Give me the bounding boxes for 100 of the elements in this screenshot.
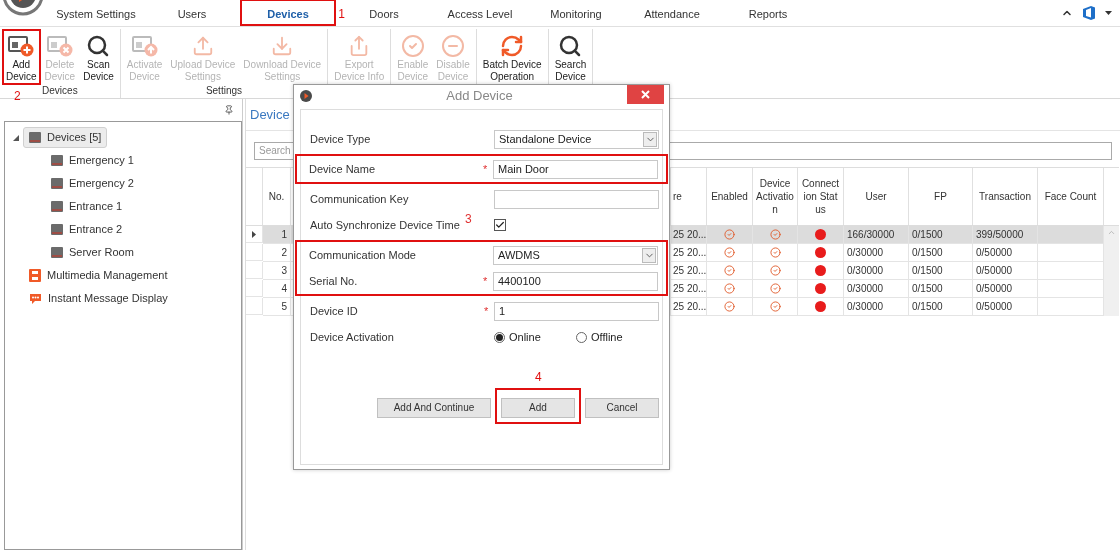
table-cell-text: 25 20... (673, 228, 707, 242)
panel-title: Device (250, 105, 290, 124)
device-icon (51, 224, 63, 235)
ribbon-tab[interactable]: Devices (240, 0, 336, 26)
dialog-title: Add Device (446, 87, 513, 106)
radio-option[interactable]: Online (494, 328, 576, 346)
chat-icon (29, 292, 42, 305)
required-mark: * (483, 161, 488, 177)
tree-item[interactable]: Entrance 2 (45, 219, 129, 240)
minus-circle-icon (441, 34, 466, 58)
column-header[interactable]: No. (268, 190, 285, 203)
tree-item[interactable]: Devices [5] (23, 127, 108, 148)
tree-item[interactable]: Entrance 1 (45, 196, 129, 217)
table-cell-text: 25 20... (673, 300, 707, 314)
step-number: 4 (535, 369, 542, 386)
table-cell-text: 5 (281, 300, 287, 314)
device-delete-icon (46, 34, 73, 58)
ribbon-tab[interactable]: Attendance (624, 0, 720, 26)
column-header[interactable]: Enabled (711, 190, 748, 203)
table-cell-text: 0/30000 (847, 264, 884, 278)
table-cell-text: 25 20... (673, 282, 707, 296)
step-number: 1 (338, 6, 345, 23)
column-header[interactable]: FP (934, 190, 947, 203)
table-cell-text: 0/50000 (976, 246, 1013, 260)
close-icon (641, 90, 650, 99)
dialog-button[interactable]: Cancel (585, 397, 659, 418)
dialog-button[interactable]: Add (501, 397, 575, 418)
ribbon-tab[interactable]: System Settings (48, 0, 144, 26)
film-icon (29, 269, 41, 282)
field-label: Communication Mode (309, 247, 417, 263)
column-header[interactable]: re (673, 190, 682, 203)
column-header[interactable]: Face Count (1044, 190, 1097, 203)
table-cell-text: 4 (281, 282, 287, 296)
table-cell-text: 166/30000 (847, 228, 895, 242)
device-icon (51, 178, 63, 189)
row-header[interactable] (246, 226, 263, 243)
dialog-button[interactable]: Add And Continue (377, 397, 491, 418)
field-label: Device Activation (310, 329, 395, 345)
search-icon (86, 34, 111, 58)
table-cell-text: 0/50000 (976, 282, 1013, 296)
ribbon-button[interactable]: Batch Device Operation (478, 29, 546, 85)
tree-item[interactable]: Multimedia Management (23, 265, 174, 286)
ribbon-tab[interactable]: Users (144, 0, 240, 26)
table-cell-text: 25 20... (673, 264, 707, 278)
device-icon (51, 247, 63, 258)
column-header[interactable]: Device Activation (756, 177, 794, 216)
dropdown-field[interactable]: Standalone Device (494, 129, 659, 149)
ribbon-button[interactable]: Add Device (2, 29, 41, 85)
table-cell-text: 0/1500 (912, 246, 943, 260)
field-label: Device Name (309, 161, 377, 177)
table-cell-text: 0/1500 (912, 264, 943, 278)
step-number: 3 (465, 211, 472, 228)
column-header[interactable]: User (865, 190, 887, 203)
expanded-arrow-icon[interactable] (13, 134, 19, 141)
table-cell-text: 0/1500 (912, 228, 943, 242)
field-label: Communication Key (310, 191, 410, 207)
tree-item[interactable]: Emergency 1 (45, 150, 140, 171)
text-field[interactable]: 4400100 (493, 271, 658, 291)
scrollbar[interactable] (1104, 226, 1119, 316)
checkbox[interactable] (494, 219, 506, 231)
radio-option[interactable]: Offline (576, 328, 658, 346)
text-field[interactable]: 1 (494, 301, 659, 321)
table-cell-text: 25 20... (673, 246, 707, 260)
table-cell-text: 0/30000 (847, 246, 884, 260)
dropdown-field[interactable]: AWDMS (493, 245, 658, 265)
table-cell-text: 399/50000 (976, 228, 1024, 242)
download-icon (271, 35, 294, 57)
table-cell-text: 2 (281, 246, 287, 260)
table-cell-text: 0/1500 (912, 282, 943, 296)
column-header[interactable]: Transaction (979, 190, 1031, 203)
table-cell-text: 0/30000 (847, 300, 884, 314)
close-button[interactable] (627, 85, 664, 104)
table-cell-text: 3 (281, 264, 287, 278)
ribbon-group-label: Settings (205, 85, 243, 97)
ribbon-button[interactable]: Search Device (550, 29, 591, 85)
column-header[interactable]: Connection Status (801, 177, 840, 216)
ribbon-tab[interactable]: Access Level (432, 0, 528, 26)
device-icon (51, 155, 63, 166)
pin-icon[interactable] (224, 105, 234, 115)
search-icon (558, 34, 583, 58)
text-field[interactable]: Main Door (493, 159, 658, 179)
text-field[interactable] (494, 189, 659, 209)
office-icon[interactable] (1083, 5, 1095, 20)
ribbon-tab[interactable]: Monitoring (528, 0, 624, 26)
table-cell-text: 0/30000 (847, 282, 884, 296)
table-cell-text: 0/1500 (912, 300, 943, 314)
table-cell-text: 0/50000 (976, 300, 1013, 314)
app-logo (300, 90, 312, 102)
refresh-icon (500, 34, 525, 58)
tree-item[interactable]: Server Room (45, 242, 140, 263)
required-mark: * (484, 303, 489, 319)
table-cell-text: 0/50000 (976, 264, 1013, 278)
dropdown-caret-icon[interactable] (1105, 10, 1112, 15)
tree-item[interactable]: Emergency 2 (45, 173, 140, 194)
ribbon-tab[interactable]: Reports (720, 0, 816, 26)
ribbon-button[interactable]: Scan Device (79, 29, 118, 85)
device-icon (29, 132, 41, 143)
field-label: Device ID (310, 303, 359, 319)
step-number: 2 (14, 88, 21, 105)
tree-item[interactable]: Instant Message Display (23, 288, 174, 309)
